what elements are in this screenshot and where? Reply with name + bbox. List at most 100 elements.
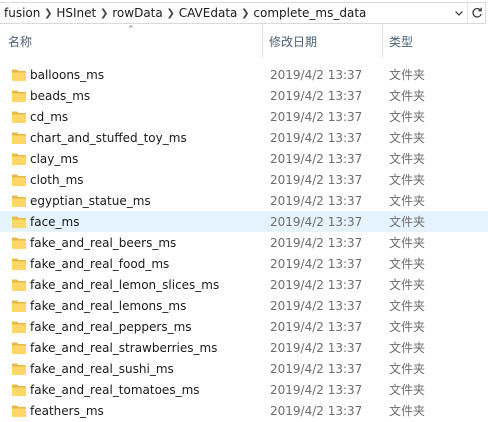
folder-icon xyxy=(12,384,26,396)
folder-icon xyxy=(12,216,26,228)
file-type: 文件夹 xyxy=(389,89,426,103)
file-name: fake_and_real_sushi_ms xyxy=(30,361,174,376)
folder-icon xyxy=(12,405,26,417)
file-type: 文件夹 xyxy=(389,152,426,166)
list-item[interactable]: fake_and_real_beers_ms 2019/4/2 13:37 文件夹 xyxy=(0,232,488,253)
list-item[interactable]: fake_and_real_lemon_slices_ms 2019/4/2 13… xyxy=(0,274,488,295)
breadcrumb-item-rowdata[interactable]: rowData xyxy=(111,6,163,20)
file-type: 文件夹 xyxy=(389,215,426,229)
file-type: 文件夹 xyxy=(389,383,426,397)
list-item[interactable]: beads_ms 2019/4/2 13:37 文件夹 xyxy=(0,85,488,106)
breadcrumb-separator-icon[interactable]: ❯ xyxy=(238,8,252,19)
column-header-type[interactable]: 类型 xyxy=(383,24,488,58)
file-date: 2019/4/2 13:37 xyxy=(270,256,363,271)
file-name: cloth_ms xyxy=(30,172,84,187)
file-name-cell: fake_and_real_strawberries_ms xyxy=(0,341,263,355)
list-item[interactable]: fake_and_real_sushi_ms 2019/4/2 13:37 文件夹 xyxy=(0,358,488,379)
folder-icon xyxy=(12,279,26,291)
list-item[interactable]: feathers_ms 2019/4/2 13:37 文件夹 xyxy=(0,400,488,421)
breadcrumb-item-fusion[interactable]: fusion xyxy=(3,6,41,20)
folder-icon xyxy=(12,69,26,81)
file-date: 2019/4/2 13:37 xyxy=(270,88,363,103)
list-item[interactable]: chart_and_stuffed_toy_ms 2019/4/2 13:37 文件… xyxy=(0,127,488,148)
folder-icon xyxy=(12,132,26,144)
file-name: cd_ms xyxy=(30,109,69,124)
list-item[interactable]: fake_and_real_peppers_ms 2019/4/2 13:37 文件… xyxy=(0,316,488,337)
file-name-cell: cd_ms xyxy=(0,110,263,124)
file-name-cell: cloth_ms xyxy=(0,173,263,187)
file-name: fake_and_real_peppers_ms xyxy=(30,319,192,334)
folder-icon xyxy=(12,258,26,270)
folder-icon xyxy=(12,237,26,249)
file-date: 2019/4/2 13:37 xyxy=(270,319,363,334)
file-date: 2019/4/2 13:37 xyxy=(270,67,363,82)
folder-icon xyxy=(12,342,26,354)
file-name-cell: clay_ms xyxy=(0,152,263,166)
list-item[interactable]: fake_and_real_strawberries_ms 2019/4/2 13… xyxy=(0,337,488,358)
file-type: 文件夹 xyxy=(389,194,426,208)
folder-icon xyxy=(12,111,26,123)
breadcrumb-item-complete-ms-data[interactable]: complete_ms_data xyxy=(252,6,367,20)
column-header-name-label: 名称 xyxy=(8,34,33,49)
file-name: beads_ms xyxy=(30,88,91,103)
file-date: 2019/4/2 13:37 xyxy=(270,109,363,124)
list-item[interactable]: cloth_ms 2019/4/2 13:37 文件夹 xyxy=(0,169,488,190)
list-item[interactable]: face_ms 2019/4/2 13:37 文件夹 xyxy=(0,211,488,232)
file-date: 2019/4/2 13:37 xyxy=(270,403,363,418)
file-type: 文件夹 xyxy=(389,278,426,292)
file-name-cell: balloons_ms xyxy=(0,68,263,82)
breadcrumb-item-hsinet[interactable]: HSInet xyxy=(55,6,97,20)
file-name: clay_ms xyxy=(30,151,79,166)
address-bar[interactable]: fusion ❯ HSInet ❯ rowData ❯ CAVEdata ❯ c… xyxy=(0,2,486,24)
column-header-name[interactable]: ⌃ 名称 xyxy=(0,24,263,58)
refresh-icon xyxy=(471,7,482,18)
file-name: feathers_ms xyxy=(30,403,104,418)
refresh-button[interactable] xyxy=(467,3,485,23)
file-type: 文件夹 xyxy=(389,68,426,82)
folder-icon xyxy=(12,300,26,312)
file-type: 文件夹 xyxy=(389,404,426,418)
file-type: 文件夹 xyxy=(389,362,426,376)
breadcrumb-separator-icon[interactable]: ❯ xyxy=(41,8,55,19)
file-date: 2019/4/2 13:37 xyxy=(270,214,363,229)
list-item[interactable]: clay_ms 2019/4/2 13:37 文件夹 xyxy=(0,148,488,169)
file-name: fake_and_real_lemons_ms xyxy=(30,298,187,313)
file-name-cell: fake_and_real_peppers_ms xyxy=(0,320,263,334)
list-item[interactable]: fake_and_real_food_ms 2019/4/2 13:37 文件夹 xyxy=(0,253,488,274)
file-type: 文件夹 xyxy=(389,173,426,187)
breadcrumb-item-cavedata[interactable]: CAVEdata xyxy=(178,6,239,20)
file-date: 2019/4/2 13:37 xyxy=(270,382,363,397)
file-date: 2019/4/2 13:37 xyxy=(270,193,363,208)
folder-icon xyxy=(12,90,26,102)
list-item[interactable]: balloons_ms 2019/4/2 13:37 文件夹 xyxy=(0,64,488,85)
breadcrumb-separator-icon[interactable]: ❯ xyxy=(164,8,178,19)
file-type: 文件夹 xyxy=(389,257,426,271)
file-name: fake_and_real_lemon_slices_ms xyxy=(30,277,220,292)
file-name-cell: fake_and_real_beers_ms xyxy=(0,236,263,250)
file-type: 文件夹 xyxy=(389,110,426,124)
address-dropdown-button[interactable] xyxy=(450,3,467,23)
file-name-cell: fake_and_real_food_ms xyxy=(0,257,263,271)
file-name: fake_and_real_tomatoes_ms xyxy=(30,382,200,397)
list-item[interactable]: fake_and_real_lemons_ms 2019/4/2 13:37 文件夹 xyxy=(0,295,488,316)
breadcrumb: fusion ❯ HSInet ❯ rowData ❯ CAVEdata ❯ c… xyxy=(0,3,450,23)
file-list: balloons_ms 2019/4/2 13:37 文件夹 beads_ms 2019… xyxy=(0,64,488,421)
file-explorer-window: fusion ❯ HSInet ❯ rowData ❯ CAVEdata ❯ c… xyxy=(0,0,488,422)
file-date: 2019/4/2 13:37 xyxy=(270,340,363,355)
breadcrumb-separator-icon[interactable]: ❯ xyxy=(97,8,111,19)
list-item[interactable]: egyptian_statue_ms 2019/4/2 13:37 文件夹 xyxy=(0,190,488,211)
column-header-date[interactable]: 修改日期 xyxy=(263,24,383,58)
file-date: 2019/4/2 13:37 xyxy=(270,151,363,166)
file-type: 文件夹 xyxy=(389,299,426,313)
file-date: 2019/4/2 13:37 xyxy=(270,172,363,187)
list-item[interactable]: fake_and_real_tomatoes_ms 2019/4/2 13:37 文… xyxy=(0,379,488,400)
file-name-cell: face_ms xyxy=(0,215,263,229)
file-name-cell: egyptian_statue_ms xyxy=(0,194,263,208)
file-name: fake_and_real_food_ms xyxy=(30,256,170,271)
file-name: fake_and_real_strawberries_ms xyxy=(30,340,218,355)
file-name-cell: feathers_ms xyxy=(0,404,263,418)
list-item[interactable]: cd_ms 2019/4/2 13:37 文件夹 xyxy=(0,106,488,127)
file-type: 文件夹 xyxy=(389,236,426,250)
file-name-cell: chart_and_stuffed_toy_ms xyxy=(0,131,263,145)
folder-icon xyxy=(12,195,26,207)
